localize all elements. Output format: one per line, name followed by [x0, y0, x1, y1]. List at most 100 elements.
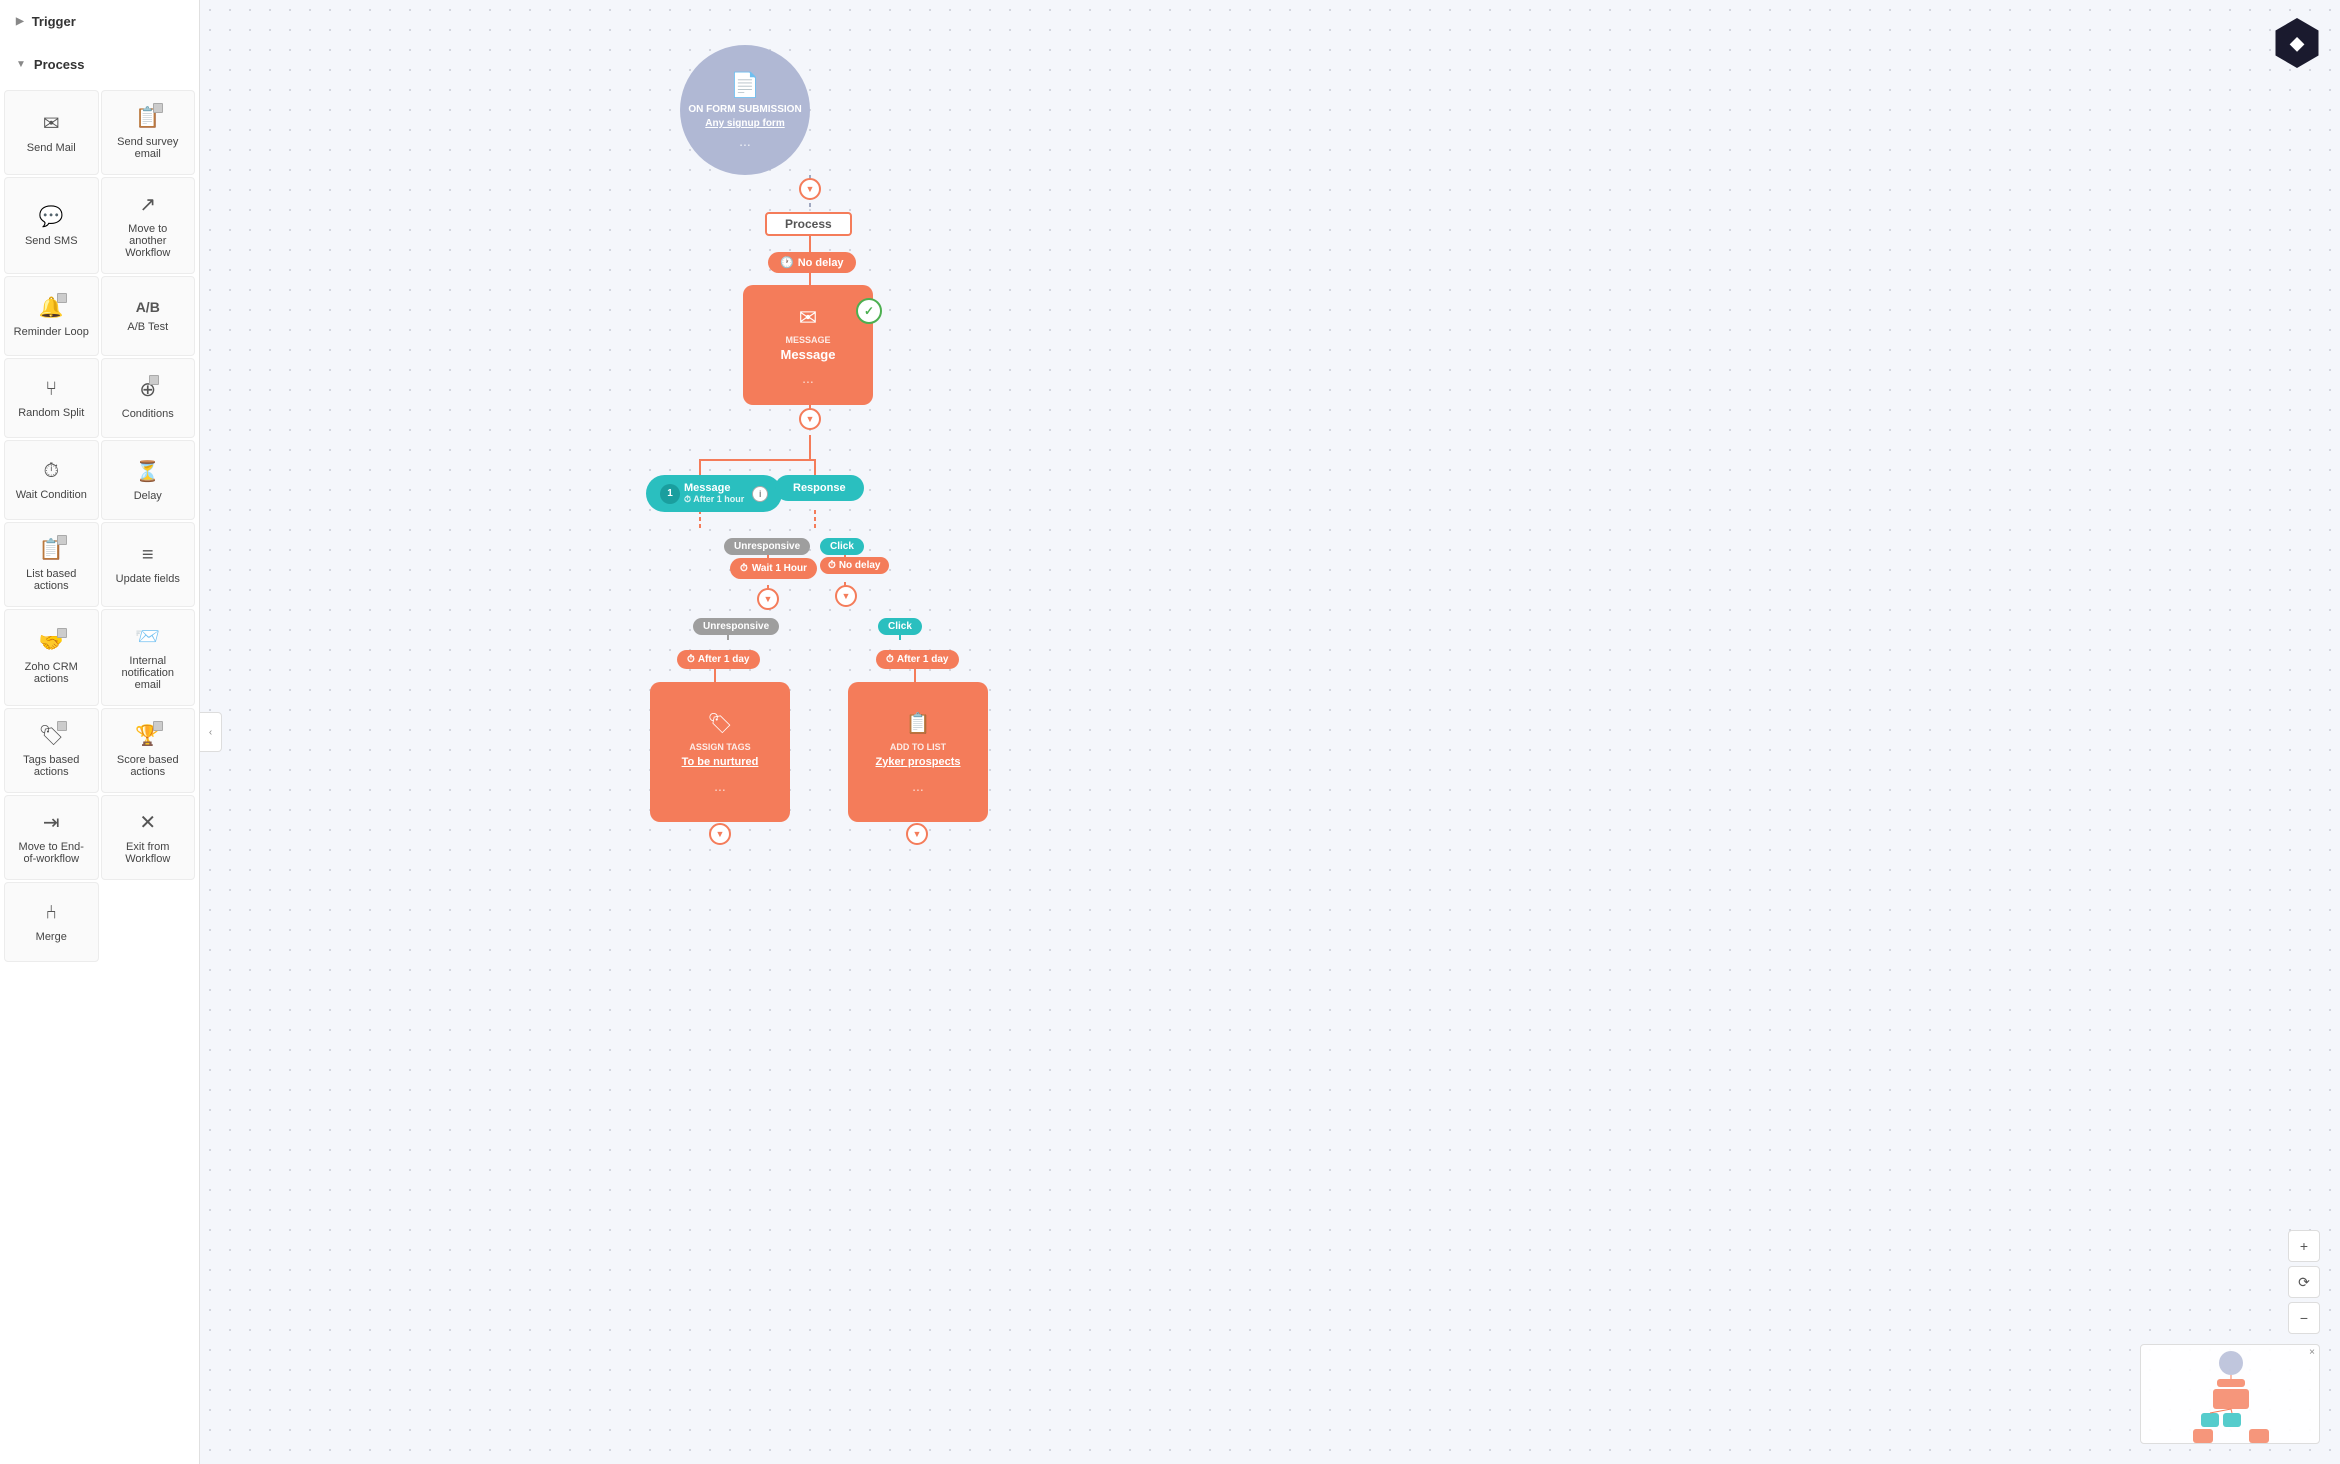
sidebar-item-update-fields[interactable]: ≡ Update fields [101, 522, 196, 607]
sidebar: ▶ Trigger ▼ Process ✉ Send Mail 📋 Send s… [0, 0, 200, 1464]
zoom-out-button[interactable]: − [2288, 1302, 2320, 1334]
sidebar-item-conditions[interactable]: ⊕ Conditions [101, 358, 196, 438]
sidebar-item-move-workflow[interactable]: ↗ Move to another Workflow [101, 177, 196, 274]
tags-icon: 🏷 [39, 723, 64, 748]
sidebar-item-label: Move to End-of-workflow [13, 841, 90, 865]
process-text: Process [785, 217, 832, 231]
zoho-icon: 🤝 [39, 630, 64, 655]
sidebar-item-list-based[interactable]: 📋 List based actions [4, 522, 99, 607]
trigger-down-arrow[interactable]: ▼ [799, 178, 821, 200]
sidebar-item-label: Wait Condition [16, 489, 87, 501]
zoom-reset-button[interactable]: ⟳ [2288, 1266, 2320, 1298]
list-icon: 📋 [39, 537, 64, 562]
sidebar-item-random-split[interactable]: ⑂ Random Split [4, 358, 99, 438]
add-to-list-node[interactable]: 📋 ADD TO LIST Zyker prospects ... [848, 682, 988, 822]
zoom-in-button[interactable]: + [2288, 1230, 2320, 1262]
sidebar-item-score-based[interactable]: 🏆 Score based actions [101, 708, 196, 793]
sidebar-item-label: Delay [134, 490, 162, 502]
sidebar-item-label: Internal notification email [110, 655, 187, 691]
sidebar-item-label: Update fields [116, 573, 180, 585]
add-to-list-down-arrow[interactable]: ▼ [906, 823, 928, 845]
trigger-link[interactable]: Any signup form [705, 118, 784, 129]
sidebar-item-label: Exit from Workflow [110, 841, 187, 865]
sidebar-item-label: Merge [36, 931, 67, 943]
assign-tags-icon: 🏷 [707, 711, 732, 736]
sidebar-item-send-mail[interactable]: ✉ Send Mail [4, 90, 99, 175]
assign-tags-down-arrow[interactable]: ▼ [709, 823, 731, 845]
no-delay-badge: 🕐 No delay [768, 252, 856, 273]
message-down-arrow[interactable]: ▼ [799, 408, 821, 430]
click-clock-icon: ⏱ [828, 560, 836, 571]
sidebar-item-merge[interactable]: ⑃ Merge [4, 882, 99, 962]
trigger-node[interactable]: 📄 ON FORM SUBMISSION Any signup form ... [680, 45, 810, 175]
trigger-arrow: ▶ [16, 16, 24, 27]
assign-tags-dots[interactable]: ... [714, 778, 726, 794]
process-arrow: ▼ [16, 59, 26, 70]
sms-icon: 💬 [39, 204, 64, 229]
trigger-label: ON FORM SUBMISSION [688, 104, 801, 116]
response-node[interactable]: Response [775, 475, 864, 501]
no-delay-text: No delay [798, 257, 844, 269]
assign-tags-value[interactable]: To be nurtured [682, 756, 759, 768]
left-condition-down-arrow[interactable]: ▼ [757, 588, 779, 610]
notification-icon: 📨 [135, 624, 160, 649]
process-label: Process [34, 57, 85, 72]
sidebar-item-send-survey[interactable]: 📋 Send survey email [101, 90, 196, 175]
sidebar-item-exit-workflow[interactable]: ✕ Exit from Workflow [101, 795, 196, 880]
message-after-hour-label: Message [684, 482, 744, 494]
wait-1-hour-node[interactable]: ⏱ Wait 1 Hour [730, 558, 817, 579]
logo-badge: ◆ [2272, 18, 2322, 68]
sidebar-item-label: Conditions [122, 408, 174, 420]
message-node-value: Message [781, 347, 836, 362]
process-section[interactable]: ▼ Process [0, 43, 199, 86]
sidebar-item-move-end[interactable]: ⇥ Move to End-of-workflow [4, 795, 99, 880]
click-bottom-label: Click [878, 618, 922, 635]
right-condition-down-arrow[interactable]: ▼ [835, 585, 857, 607]
unresponsive-bottom-label: Unresponsive [693, 618, 779, 635]
click-no-delay: ⏱ No delay [820, 557, 889, 574]
click-no-delay-text: No delay [839, 560, 881, 571]
add-to-list-value[interactable]: Zyker prospects [876, 756, 961, 768]
sidebar-item-label: Zoho CRM actions [13, 661, 90, 685]
sidebar-item-label: List based actions [13, 568, 90, 592]
info-icon[interactable]: i [752, 486, 768, 502]
wait-clock-icon: ⏱ [740, 563, 748, 574]
trigger-dots-button[interactable]: ... [739, 133, 751, 149]
merge-icon: ⑃ [45, 902, 57, 925]
assign-tags-label: ASSIGN TAGS [689, 742, 750, 752]
add-to-list-dots[interactable]: ... [912, 778, 924, 794]
assign-tags-delay-badge: ⏱ After 1 day [677, 650, 760, 669]
sidebar-item-label: Send survey email [110, 136, 187, 160]
split-icon: ⑂ [45, 378, 57, 401]
message-node-dots[interactable]: ... [802, 370, 814, 386]
move-workflow-icon: ↗ [139, 192, 156, 217]
sidebar-item-ab-test[interactable]: A/B A/B Test [101, 276, 196, 356]
delay-clock-icon: ⏱ [687, 654, 695, 665]
message-envelope-icon: ✉ [799, 305, 817, 331]
message-after-hour-sublabel: ⏱ After 1 hour [684, 494, 744, 505]
sidebar-item-zoho-crm[interactable]: 🤝 Zoho CRM actions [4, 609, 99, 706]
sidebar-item-label: Send Mail [27, 142, 76, 154]
minimap-svg [2141, 1345, 2320, 1444]
sidebar-item-send-sms[interactable]: 💬 Send SMS [4, 177, 99, 274]
mail-icon: ✉ [43, 111, 60, 136]
trigger-label: Trigger [32, 14, 76, 29]
collapse-sidebar-button[interactable]: ‹ [200, 712, 222, 752]
flow-canvas: ‹ 📄 ON FORM SU [200, 0, 2340, 1464]
assign-tags-node[interactable]: 🏷 ASSIGN TAGS To be nurtured ... [650, 682, 790, 822]
sidebar-item-tags-based[interactable]: 🏷 Tags based actions [4, 708, 99, 793]
sidebar-item-label: Send SMS [25, 235, 78, 247]
sidebar-item-reminder-loop[interactable]: 🔔 Reminder Loop [4, 276, 99, 356]
sidebar-item-wait-condition[interactable]: ⏱ Wait Condition [4, 440, 99, 520]
trigger-section[interactable]: ▶ Trigger [0, 0, 199, 43]
sidebar-item-delay[interactable]: ⏳ Delay [101, 440, 196, 520]
unresponsive-branch-label: Unresponsive [724, 538, 810, 555]
message-node[interactable]: ✉ MESSAGE Message ... [743, 285, 873, 405]
ab-icon: A/B [136, 299, 160, 315]
sidebar-item-internal-notification[interactable]: 📨 Internal notification email [101, 609, 196, 706]
sidebar-item-label: Reminder Loop [14, 326, 89, 338]
minimap-close-button[interactable]: × [2309, 1347, 2315, 1358]
clock-icon: 🕐 [780, 256, 794, 269]
move-end-icon: ⇥ [43, 810, 60, 835]
message-after-hour-node[interactable]: 1 Message ⏱ After 1 hour i [646, 475, 782, 512]
